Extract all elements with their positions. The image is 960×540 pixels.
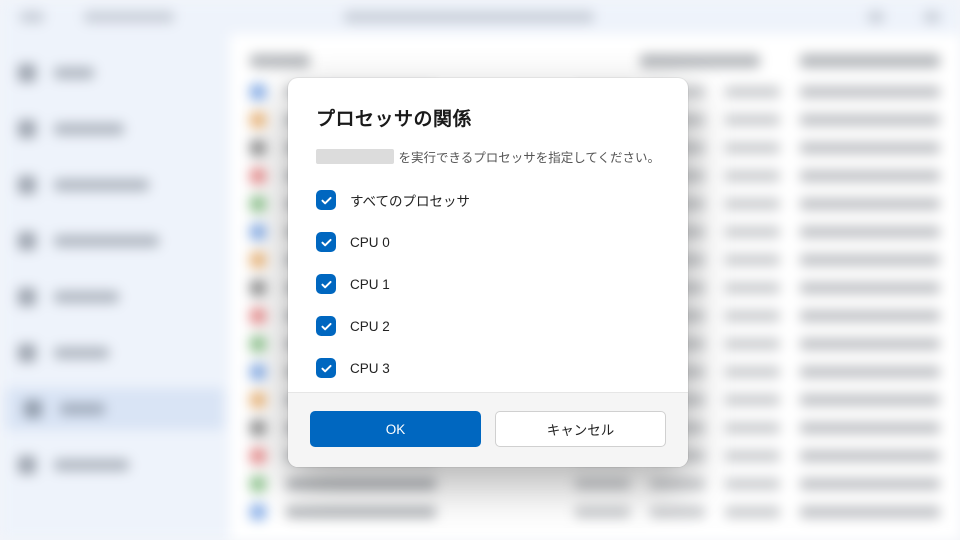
cancel-button[interactable]: キャンセル [495,411,666,447]
checkbox-icon[interactable] [316,232,336,252]
ok-button[interactable]: OK [310,411,481,447]
checkbox-icon[interactable] [316,358,336,378]
processor-option-all[interactable]: すべてのプロセッサ [316,190,470,210]
checkbox-icon[interactable] [316,190,336,210]
processor-option-cpu-3[interactable]: CPU 3 [316,358,390,378]
processor-option-cpu-1[interactable]: CPU 1 [316,274,390,294]
checkbox-icon[interactable] [316,316,336,336]
dialog-title: プロセッサの関係 [316,104,660,131]
checkbox-icon[interactable] [316,274,336,294]
processor-option-label: CPU 0 [350,235,390,250]
processor-affinity-dialog: プロセッサの関係 を実行できるプロセッサを指定してください。 すべてのプロセッサ… [288,78,688,467]
process-name-redacted [316,149,394,164]
processor-option-label: CPU 3 [350,361,390,376]
processor-option-label: CPU 1 [350,277,390,292]
processor-option-label: すべてのプロセッサ [350,190,470,210]
processor-option-cpu-0[interactable]: CPU 0 [316,232,390,252]
processor-option-label: CPU 2 [350,319,390,334]
dialog-description: を実行できるプロセッサを指定してください。 [316,147,660,166]
processor-option-list: すべてのプロセッサ CPU 0 CPU 1 CPU 2 CPU 3 [316,190,660,378]
dialog-footer: OK キャンセル [288,392,688,467]
processor-option-cpu-2[interactable]: CPU 2 [316,316,390,336]
